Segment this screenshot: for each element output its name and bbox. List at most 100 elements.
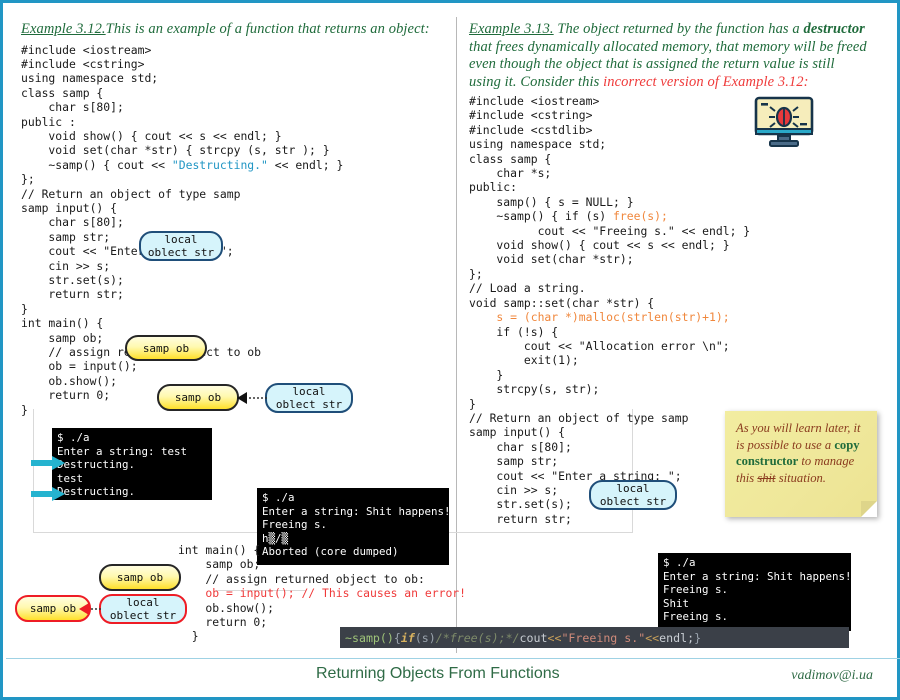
right-heading: Example 3.13. The object returned by the… <box>469 21 869 91</box>
terminal-line: test <box>57 471 84 485</box>
bubble-label: local oblect str <box>275 385 343 411</box>
right-code-line-malloc: s = (char *)malloc(strlen(str)+1); <box>469 310 730 325</box>
right-heading-part1: The object returned by the function has … <box>553 21 804 37</box>
left-code-line: } <box>21 402 28 417</box>
darkbar-brace-close: } <box>694 630 702 645</box>
bottom-code-line: // assign returned object to ob: <box>178 571 425 586</box>
right-code-line: exit(1); <box>469 353 579 368</box>
footer-rule <box>6 658 900 659</box>
right-code-line: void samp::set(char *str) { <box>469 295 655 310</box>
darkbar-brace-open: { <box>393 630 401 645</box>
right-heading-red-2: Example 3.12 <box>722 73 804 90</box>
left-heading-text: This is an example of a function that re… <box>105 21 430 37</box>
terminal-line: Destructing. <box>57 458 136 472</box>
left-code-line: return str; <box>21 287 124 302</box>
left-code-line: }; <box>21 172 35 187</box>
right-code-line: class samp { <box>469 151 552 166</box>
right-code-line: // Return an object of type samp <box>469 410 689 425</box>
right-code-line: #include <cstdlib> <box>469 122 593 137</box>
slide-root: Example 3.12.This is an example of a fun… <box>0 0 900 700</box>
footer-title: Returning Objects From Functions <box>316 665 560 682</box>
darkbar-cout: cout <box>519 630 548 645</box>
right-heading-bold: destructor <box>803 21 865 37</box>
left-column: Example 3.12.This is an example of a fun… <box>21 21 449 417</box>
bubble-label: samp ob <box>142 341 190 355</box>
bubble-label: local oblect str <box>109 596 177 622</box>
right-code-line: // Load a string. <box>469 281 586 296</box>
bubble-local-object-str-2: local oblect str <box>265 383 353 413</box>
bottom-code-line: } <box>178 629 199 644</box>
left-code-line: ob.show(); <box>21 373 118 388</box>
right-code-line: #include <cstring> <box>469 108 593 123</box>
bubble-local-object-str-3: local oblect str <box>589 480 677 510</box>
terminal-line: Enter a string: Shit happens! <box>262 504 451 518</box>
terminal-line: Freeing s. <box>663 583 729 597</box>
right-code-line: }; <box>469 266 483 281</box>
bubble-label: local oblect str <box>599 482 667 508</box>
bubble-label: samp ob <box>29 602 77 615</box>
terminal-line: $ ./a <box>57 431 90 444</box>
bubble-samp-ob-2: samp ob <box>157 384 239 411</box>
right-code-line: } <box>469 396 476 411</box>
right-code-line: using namespace std; <box>469 137 607 152</box>
bubble-label: samp ob <box>116 571 164 584</box>
darkbar-endl: endl; <box>659 630 695 645</box>
left-code-line: } <box>21 301 28 316</box>
left-code-line: using namespace std; <box>21 71 159 86</box>
terminal-output-3: $ ./a Enter a string: Shit happens! Free… <box>658 553 852 631</box>
right-code-line: #include <iostream> <box>469 94 600 108</box>
terminal-line: Freeing s. <box>262 518 328 532</box>
right-code-line: return str; <box>469 511 572 526</box>
right-code-line: samp str; <box>469 454 559 469</box>
sticky-note: As you will learn later, it is possible … <box>725 411 877 517</box>
left-code-line: cin >> s; <box>21 258 111 273</box>
left-code-line: void show() { cout << s << endl; } <box>21 128 282 143</box>
darkbar-condition: (s) <box>414 630 436 645</box>
right-code-line: void show() { cout << s << endl; } <box>469 238 730 253</box>
left-code-line: public : <box>21 114 76 129</box>
connector-arrow-icon <box>237 392 267 404</box>
left-code-line: return 0; <box>21 388 111 403</box>
bottom-code-line: int main() { <box>178 543 261 557</box>
left-code-line: samp ob; <box>21 330 104 345</box>
terminal-line: Destructing. <box>57 485 136 499</box>
bubble-local-object-str-1: local oblect str <box>139 231 223 261</box>
bubble-label: samp ob <box>174 391 222 404</box>
left-code-line: // Return an object of type samp <box>21 186 241 201</box>
right-code-line: if (!s) { <box>469 324 559 339</box>
connector-arrow-icon-2 <box>79 603 101 615</box>
dark-code-bar: ~samp() { if (s) /*free(s);*/ cout << "F… <box>340 627 849 648</box>
sticky-strikethrough: shit <box>757 470 776 485</box>
terminal-line: Shit <box>663 596 690 610</box>
left-code-line: #include <cstring> <box>21 56 145 71</box>
left-code-line: str.set(s); <box>21 273 124 287</box>
darkbar-function: ~samp() <box>345 630 394 645</box>
right-code-line: cout << "Freeing s." << endl; } <box>469 223 751 238</box>
right-code-line: cin >> s; <box>469 482 559 497</box>
sticky-after-bold: to <box>798 454 812 469</box>
left-code-line: char s[80]; <box>21 100 124 115</box>
right-code-line: strcpy(s, str); <box>469 382 600 397</box>
darkbar-string: "Freeing s." <box>561 630 646 645</box>
left-code-line: samp str; <box>21 229 111 244</box>
terminal-line: $ ./a <box>262 491 295 504</box>
terminal-line: $ ./a <box>663 556 696 569</box>
bottom-code-line: samp ob; <box>178 557 261 572</box>
pointer-arrow-icon-1 <box>31 456 65 470</box>
bug-monitor-icon <box>754 96 814 147</box>
right-code-line-destructor: ~samp() { if (s) free(s); <box>469 209 668 224</box>
pointer-arrow-icon-2 <box>31 487 65 501</box>
right-code-line: char *s; <box>469 166 552 181</box>
string-literal-destructing: "Destructing." <box>171 157 268 172</box>
right-code-line: } <box>469 367 504 382</box>
sticky-line-5: situation. <box>778 470 826 485</box>
left-code-line: void set(char *str) { strcpy (s, str ); … <box>21 143 330 158</box>
bottom-code-line-error: ob = input(); // This causes an error! <box>178 586 467 601</box>
bottom-code-line: return 0; <box>178 615 268 630</box>
bottom-code-line: ob.show(); <box>178 600 275 615</box>
free-call-highlight: free(s); <box>613 209 668 224</box>
right-heading-tail: : <box>803 73 809 90</box>
left-code-block: #include <iostream> #include <cstring> u… <box>21 43 449 418</box>
right-code-line: void set(char *str); <box>469 252 634 267</box>
darkbar-operator-2: << <box>645 630 660 645</box>
